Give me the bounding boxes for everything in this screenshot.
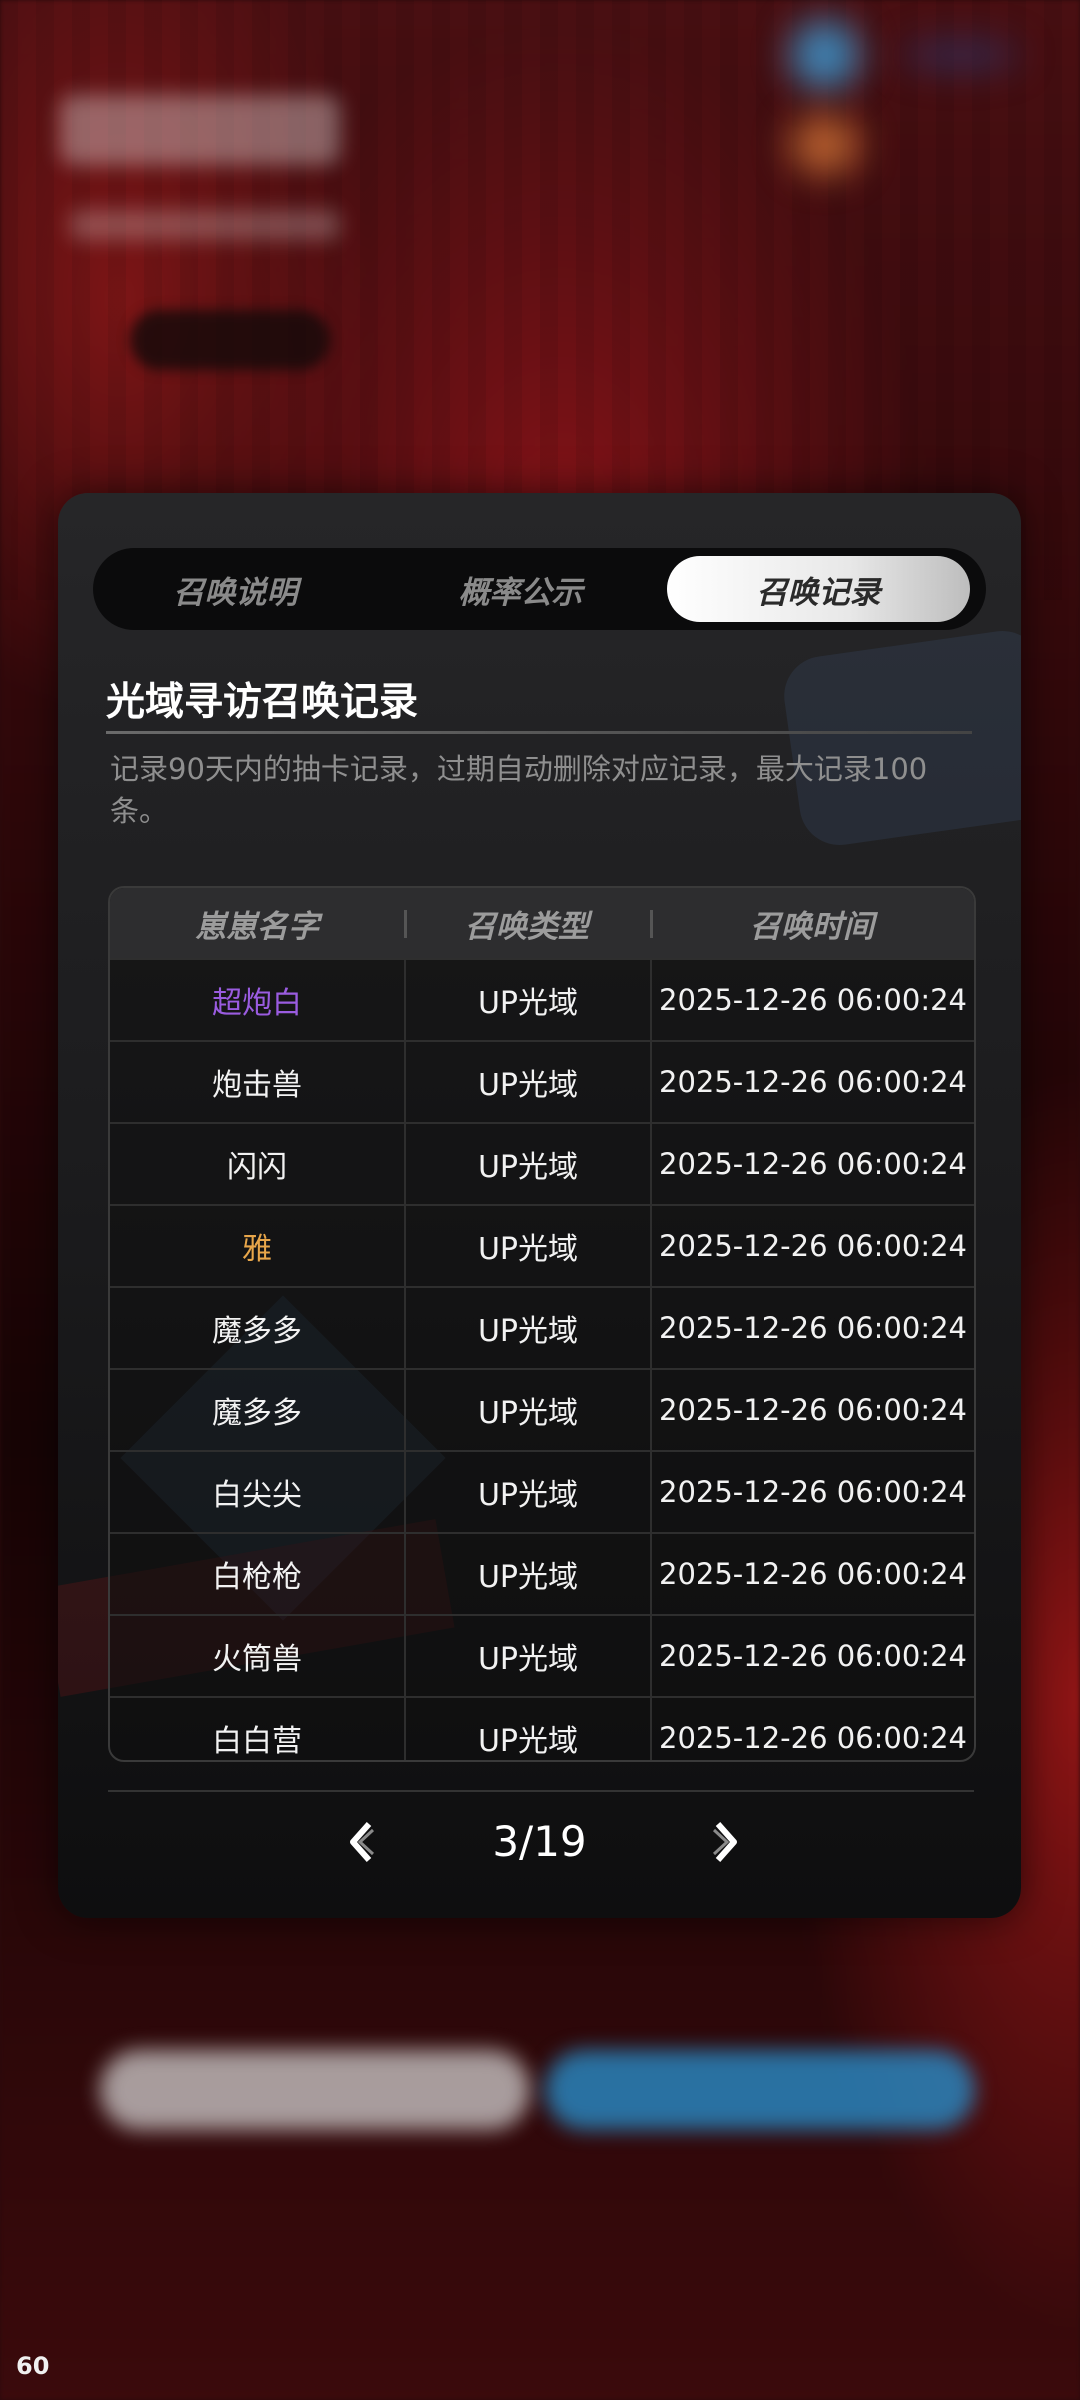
cell-name: 炮击兽	[212, 1068, 302, 1103]
background-summon-ten-button	[545, 2050, 975, 2130]
cell-name: 白枪枪	[212, 1560, 302, 1595]
cell-time: 2025-12-26 06:00:24	[650, 1124, 974, 1204]
column-header-name: 崽崽名字	[195, 908, 319, 945]
cell-type: UP光域	[404, 1698, 650, 1760]
table-row: 超炮白 UP光域 2025-12-26 06:00:24	[110, 958, 974, 1040]
cell-name: 闪闪	[227, 1150, 287, 1185]
cell-type: UP光域	[404, 1288, 650, 1368]
table-row: 雅 UP光域 2025-12-26 06:00:24	[110, 1204, 974, 1286]
table-row: 魔多多 UP光域 2025-12-26 06:00:24	[110, 1368, 974, 1450]
cell-name: 火筒兽	[212, 1642, 302, 1677]
table-body: 超炮白 UP光域 2025-12-26 06:00:24 炮击兽 UP光域 2025-12…	[110, 958, 974, 1760]
background-subtitle	[70, 210, 340, 240]
fps-counter: 60	[16, 2352, 50, 2380]
cell-type: UP光域	[404, 1616, 650, 1696]
cell-type: UP光域	[404, 1452, 650, 1532]
table-row: 闪闪 UP光域 2025-12-26 06:00:24	[110, 1122, 974, 1204]
next-page-button[interactable]	[701, 1811, 751, 1873]
cell-type: UP光域	[404, 1124, 650, 1204]
tab-summon-info[interactable]: 召唤说明	[93, 556, 378, 622]
cell-time: 2025-12-26 06:00:24	[650, 1370, 974, 1450]
table-row: 白白营 UP光域 2025-12-26 06:00:24	[110, 1696, 974, 1760]
record-table: 崽崽名字 召唤类型 召唤时间 超炮白 UP光域 2025-12-26 06:00:2…	[108, 886, 976, 1762]
cell-name: 魔多多	[212, 1396, 302, 1431]
cell-time: 2025-12-26 06:00:24	[650, 1698, 974, 1760]
cell-time: 2025-12-26 06:00:24	[650, 1206, 974, 1286]
title-underline	[106, 731, 972, 734]
cell-time: 2025-12-26 06:00:24	[650, 960, 974, 1040]
cell-time: 2025-12-26 06:00:24	[650, 1452, 974, 1532]
cell-type: UP光域	[404, 1534, 650, 1614]
cell-time: 2025-12-26 06:00:24	[650, 1616, 974, 1696]
tab-summon-record[interactable]: 召唤记录	[667, 556, 970, 622]
table-row: 白枪枪 UP光域 2025-12-26 06:00:24	[110, 1532, 974, 1614]
column-header-time: 召唤时间	[650, 888, 974, 958]
divider	[108, 1790, 974, 1792]
cell-time: 2025-12-26 06:00:24	[650, 1288, 974, 1368]
summon-record-dialog: 召唤说明 概率公示 召唤记录 光域寻访召唤记录 记录90天内的抽卡记录，过期自动…	[58, 493, 1021, 1918]
cell-type: UP光域	[404, 1370, 650, 1450]
column-header-type: 召唤类型	[404, 888, 650, 958]
cell-name: 白白营	[212, 1724, 302, 1759]
record-description: 记录90天内的抽卡记录，过期自动删除对应记录，最大记录100条。	[110, 752, 928, 828]
background-logo	[60, 95, 340, 165]
background-blob	[900, 40, 1020, 70]
tab-bar: 召唤说明 概率公示 召唤记录	[93, 548, 986, 630]
table-row: 炮击兽 UP光域 2025-12-26 06:00:24	[110, 1040, 974, 1122]
cell-name: 白尖尖	[212, 1478, 302, 1513]
cell-type: UP光域	[404, 960, 650, 1040]
cell-type: UP光域	[404, 1042, 650, 1122]
page-indicator: 3/19	[492, 1817, 587, 1866]
table-header: 崽崽名字 召唤类型 召唤时间	[110, 888, 974, 958]
background-summon-once-button	[100, 2050, 530, 2130]
background-button	[130, 310, 330, 370]
table-row: 火筒兽 UP光域 2025-12-26 06:00:24	[110, 1614, 974, 1696]
table-row: 白尖尖 UP光域 2025-12-26 06:00:24	[110, 1450, 974, 1532]
cell-name: 超炮白	[212, 986, 302, 1021]
tab-probability[interactable]: 概率公示	[378, 556, 663, 622]
pagination: 3/19	[58, 1811, 1021, 1873]
page-title: 光域寻访召唤记录	[106, 680, 419, 725]
cell-name: 魔多多	[212, 1314, 302, 1349]
background-blob	[790, 115, 860, 175]
cell-time: 2025-12-26 06:00:24	[650, 1534, 974, 1614]
background-blob	[790, 20, 860, 90]
cell-name: 雅	[242, 1232, 272, 1267]
cell-type: UP光域	[404, 1206, 650, 1286]
table-row: 魔多多 UP光域 2025-12-26 06:00:24	[110, 1286, 974, 1368]
cell-time: 2025-12-26 06:00:24	[650, 1042, 974, 1122]
chevron-right-icon	[712, 1822, 737, 1862]
